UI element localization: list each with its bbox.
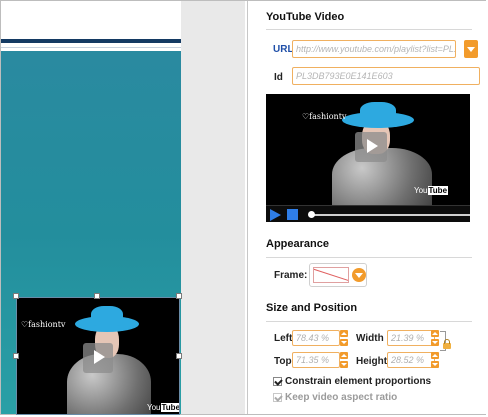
url-dropdown-button[interactable] (464, 40, 478, 58)
play-icon (83, 343, 113, 373)
url-input[interactable]: http://www.youtube.com/playlist?list=PL.… (292, 40, 456, 58)
id-label: Id (274, 72, 283, 83)
height-label: Height (356, 356, 388, 367)
frame-label: Frame: (274, 270, 308, 281)
constrain-proportions-checkbox[interactable] (273, 377, 282, 386)
appearance-heading: Appearance (266, 238, 329, 250)
constrain-proportions-label: Constrain element proportions (285, 376, 432, 387)
video-thumbnail: ♡fashiontv YouTube (17, 298, 179, 414)
video-preview-player[interactable]: ♡fashiontv YouTube (266, 94, 470, 222)
resize-handle-top-left[interactable] (13, 293, 19, 299)
stop-button-icon[interactable] (287, 209, 298, 220)
url-label: URL (273, 44, 294, 55)
resize-handle-middle-left[interactable] (13, 353, 19, 359)
left-stepper[interactable] (340, 330, 348, 346)
frame-none-swatch (313, 267, 349, 283)
resize-handle-top-right[interactable] (176, 293, 182, 299)
id-input[interactable]: PL3DB793E0E141E603 (292, 67, 480, 85)
appearance-divider (266, 257, 472, 258)
width-stepper[interactable] (431, 330, 439, 346)
selected-video-element[interactable]: ♡fashiontv YouTube (16, 297, 180, 415)
header-bar (1, 39, 181, 43)
properties-panel: YouTube Video URL http://www.youtube.com… (247, 1, 486, 414)
size-position-heading: Size and Position (266, 302, 358, 314)
fashiontv-logo: ♡fashiontv (21, 320, 66, 329)
left-label: Left (274, 333, 293, 344)
panel-title: YouTube Video (266, 11, 345, 23)
hat-crown (360, 102, 396, 122)
width-label: Width (356, 333, 384, 344)
header-divider (1, 47, 181, 48)
editor-canvas[interactable]: ♡fashiontv YouTube (1, 1, 245, 415)
frame-dropdown-button[interactable] (352, 268, 366, 282)
left-input[interactable]: 78.43 % (292, 330, 340, 346)
size-divider (266, 321, 472, 322)
fashiontv-logo: ♡fashiontv (302, 112, 347, 121)
frame-style-picker[interactable] (309, 263, 367, 287)
resize-handle-top-middle[interactable] (94, 293, 100, 299)
play-button-icon[interactable] (270, 209, 281, 221)
top-input[interactable]: 71.35 % (292, 352, 340, 368)
height-stepper[interactable] (431, 352, 439, 368)
keep-aspect-ratio-checkbox[interactable] (273, 393, 282, 402)
youtube-logo: YouTube (414, 186, 449, 195)
player-control-bar (266, 205, 470, 222)
play-icon[interactable] (355, 132, 387, 162)
top-stepper[interactable] (340, 352, 348, 368)
lock-icon[interactable] (443, 339, 451, 349)
keep-aspect-ratio-label: Keep video aspect ratio (285, 392, 398, 403)
hat-crown (91, 306, 123, 326)
height-input[interactable]: 28.52 % (387, 352, 435, 368)
top-label: Top (274, 356, 292, 367)
resize-handle-middle-right[interactable] (176, 353, 182, 359)
youtube-logo: YouTube (147, 403, 179, 412)
seek-knob[interactable] (308, 211, 315, 218)
title-divider (266, 29, 472, 30)
seek-bar[interactable] (311, 214, 470, 216)
width-input[interactable]: 21.39 % (387, 330, 435, 346)
preview-thumbnail: ♡fashiontv YouTube (266, 94, 470, 205)
